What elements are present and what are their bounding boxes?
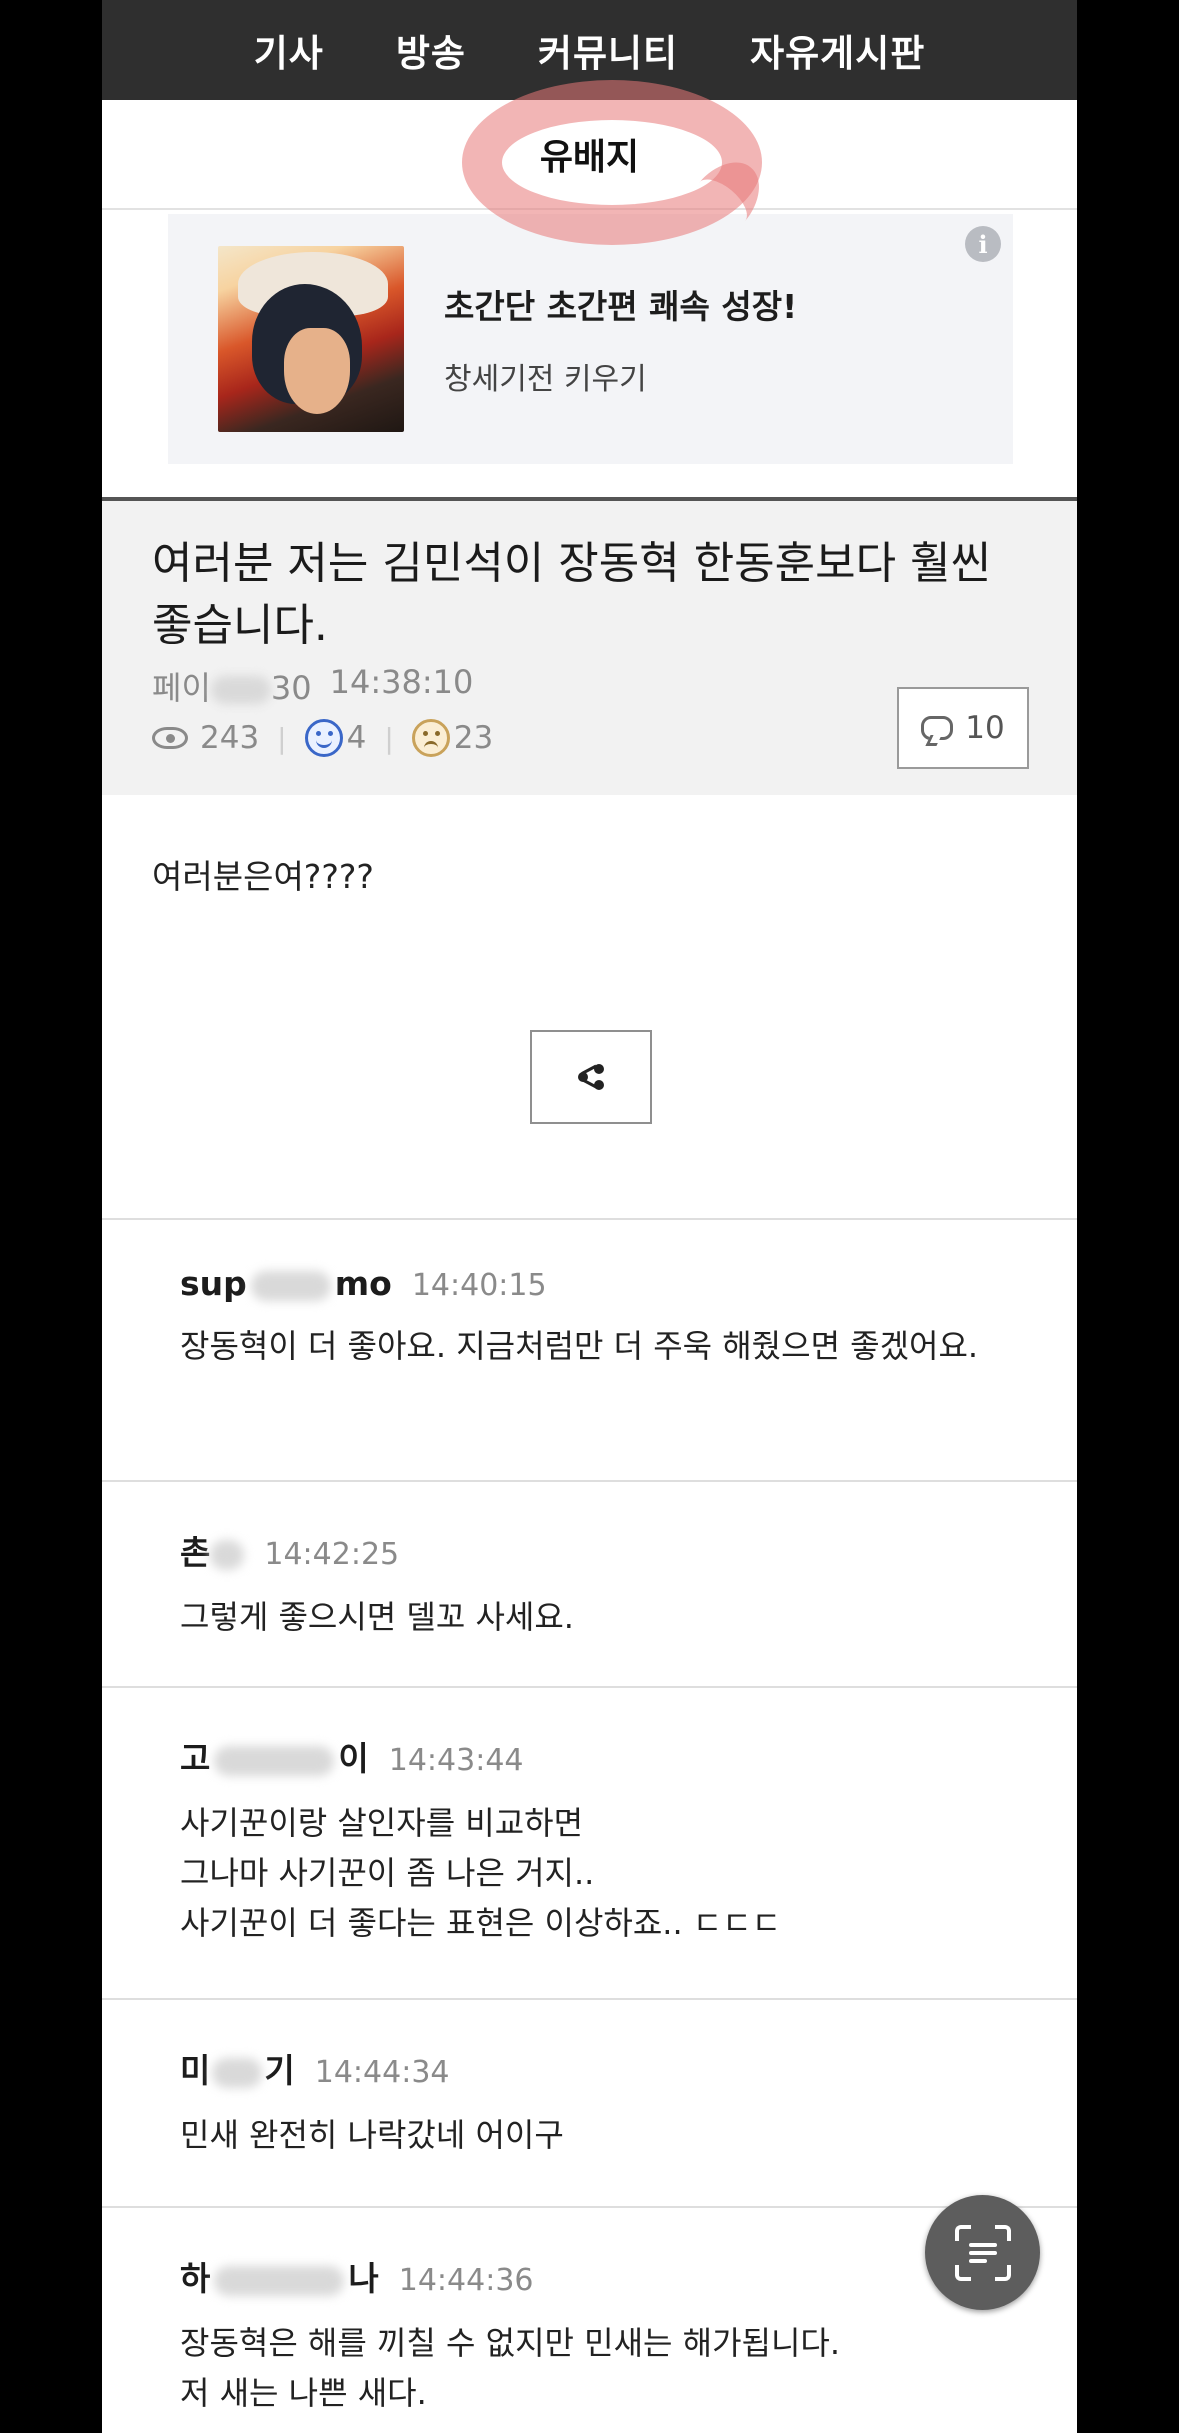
comment-time: 14:40:15 <box>411 1268 547 1303</box>
post-author-prefix: 페이 <box>152 669 211 707</box>
author-blur <box>210 1539 245 1570</box>
comment-bubble-icon <box>921 716 954 740</box>
divider: | <box>384 721 394 755</box>
post-header: 여러분 저는 김민석이 장동혁 한동훈보다 훨씬 좋습니다. 페이 30 14:3… <box>102 497 1077 795</box>
comment-item: 미기 14:44:34 민새 완전히 나락갔네 어이구 <box>102 2000 1077 2208</box>
comment-author-prefix: 하 <box>180 2259 211 2298</box>
nav-item-broadcast[interactable]: 방송 <box>360 23 502 77</box>
info-icon[interactable]: i <box>965 226 1001 262</box>
board-title-bar: 유배지 <box>102 80 1077 245</box>
comment-count-button[interactable]: 10 <box>897 687 1029 769</box>
comment-time: 14:44:34 <box>314 2055 450 2090</box>
comment-time: 14:44:36 <box>398 2263 534 2298</box>
ad-text: 초간단 초간편 쾌속 성장! 창세기전 키우기 <box>444 280 797 398</box>
eye-icon <box>152 727 188 749</box>
comment-time: 14:42:25 <box>264 1537 400 1572</box>
comment-author[interactable]: 촌 <box>180 1526 245 1574</box>
ad-subtitle: 창세기전 키우기 <box>444 362 647 397</box>
comment-author[interactable]: sup mo <box>180 1264 392 1303</box>
post-stats: 243 | 4 | 23 <box>152 719 493 757</box>
ad-title: 초간단 초간편 쾌속 성장! <box>444 287 798 326</box>
ad-thumbnail <box>218 246 404 432</box>
post-author[interactable]: 페이 30 <box>152 663 312 709</box>
view-count: 243 <box>200 720 260 756</box>
comment-text: 장동혁이 더 좋아요. 지금처럼만 더 주욱 해줬으면 좋겠어요. <box>180 1327 979 1365</box>
post-title: 여러분 저는 김민석이 장동혁 한동훈보다 훨씬 좋습니다. <box>152 538 992 651</box>
ad-banner[interactable]: 초간단 초간편 쾌속 성장! 창세기전 키우기 i <box>168 214 1013 464</box>
comment-count: 10 <box>965 710 1005 746</box>
comment-author-suffix: 이 <box>338 1739 369 1778</box>
text-scan-button[interactable] <box>925 2195 1040 2310</box>
share-icon <box>576 1062 606 1092</box>
post-time: 14:38:10 <box>329 663 474 701</box>
board-title[interactable]: 유배지 <box>540 128 639 180</box>
share-button[interactable] <box>530 1030 652 1124</box>
comment-author-prefix: 미 <box>180 2051 211 2090</box>
app-screen: 기사 방송 커뮤니티 자유게시판 유배지 초간단 초간편 쾌속 성장! 창세기전… <box>102 0 1077 2433</box>
comment-time: 14:43:44 <box>388 1743 524 1778</box>
author-blur <box>214 1745 335 1776</box>
comment-text: 그렇게 좋으시면 델꼬 사세요. <box>180 1598 574 1636</box>
comment-item: sup mo 14:40:15 장동혁이 더 좋아요. 지금처럼만 더 주욱 해줬… <box>102 1220 1077 1482</box>
nav-item-free-board[interactable]: 자유게시판 <box>714 23 961 77</box>
post-author-suffix: 30 <box>270 669 312 707</box>
comment-author-prefix: 고 <box>180 1739 211 1778</box>
nav-item-community[interactable]: 커뮤니티 <box>502 23 714 77</box>
comment-text: 민새 완전히 나락갔네 어이구 <box>180 2116 564 2154</box>
scan-text-icon <box>954 2224 1011 2281</box>
author-blur <box>214 2265 345 2296</box>
comment-author-suffix: 나 <box>348 2259 379 2298</box>
comment-author-suffix: 기 <box>264 2051 295 2090</box>
comment-author-prefix: sup <box>180 1264 247 1303</box>
dislike-count: 23 <box>453 720 494 756</box>
comment-item: 고이 14:43:44 사기꾼이랑 살인자를 비교하면 그나마 사기꾼이 좀 나… <box>102 1688 1077 2000</box>
comment-author[interactable]: 미기 <box>180 2044 295 2092</box>
divider: | <box>277 721 287 755</box>
comment-author-prefix: 촌 <box>180 1533 211 1572</box>
comment-author-suffix: mo <box>334 1264 392 1303</box>
post-meta: 페이 30 14:38:10 <box>152 663 473 709</box>
comment-item: 촌 14:42:25 그렇게 좋으시면 델꼬 사세요. <box>102 1482 1077 1688</box>
comment-author[interactable]: 고이 <box>180 1732 369 1780</box>
post-body: 여러분은여???? <box>152 857 374 896</box>
nav-item-articles[interactable]: 기사 <box>218 23 360 77</box>
author-blur <box>250 1270 331 1301</box>
comment-author[interactable]: 하나 <box>180 2252 379 2300</box>
like-count: 4 <box>346 720 367 756</box>
author-blur <box>210 676 271 704</box>
comment-text: 사기꾼이랑 살인자를 비교하면 그나마 사기꾼이 좀 나은 거지.. 사기꾼이 … <box>180 1804 782 1942</box>
dislike-icon[interactable] <box>411 719 450 757</box>
comment-text: 장동혁은 해를 끼칠 수 없지만 민새는 해가됩니다. 저 새는 나쁜 새다. <box>180 2324 841 2412</box>
author-blur <box>212 2057 263 2088</box>
like-icon[interactable] <box>304 719 343 757</box>
